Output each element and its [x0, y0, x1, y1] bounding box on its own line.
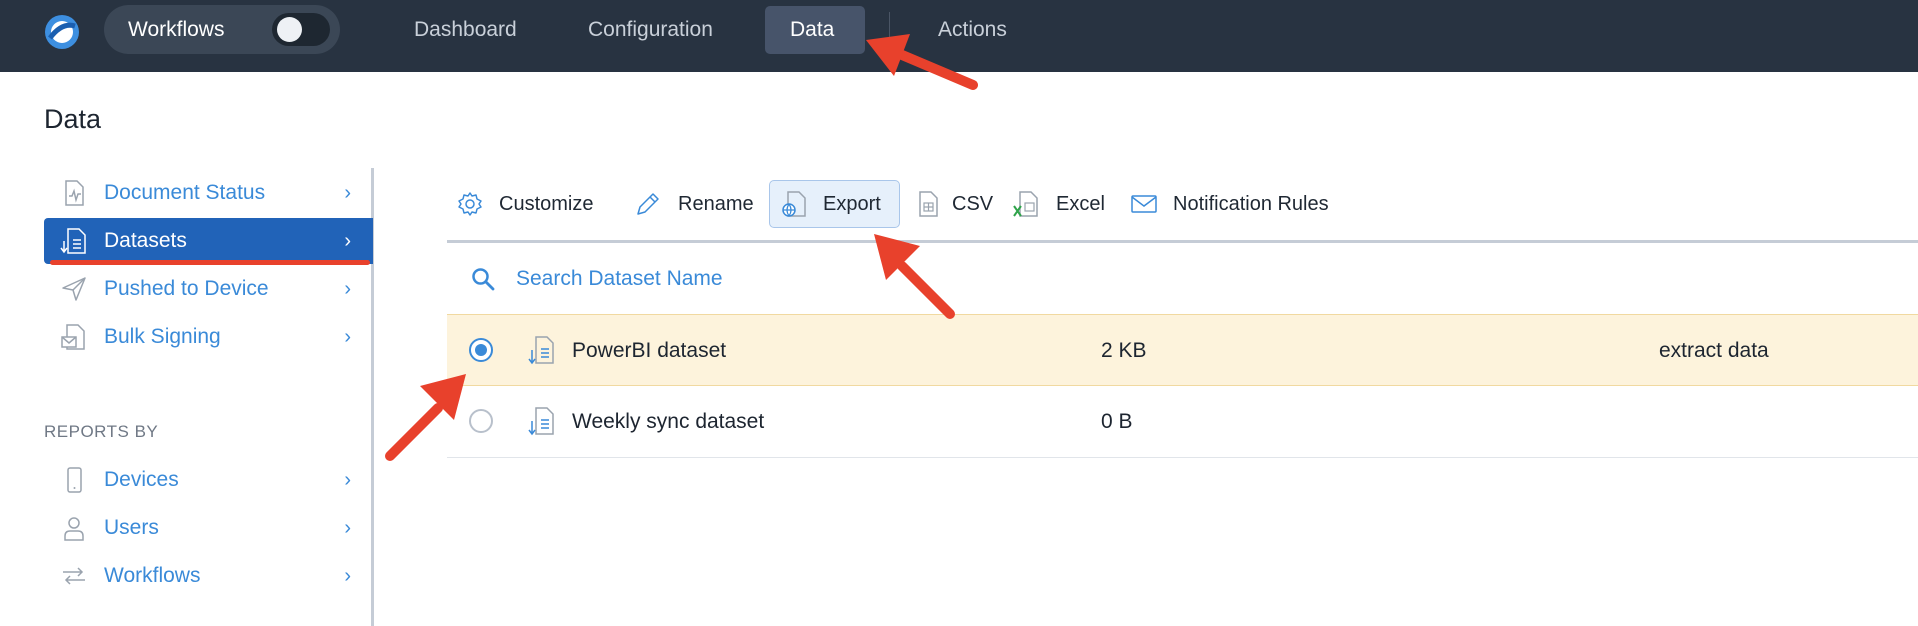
- document-status-icon: [65, 180, 84, 206]
- table-row[interactable]: Weekly sync dataset 0 B: [447, 386, 1918, 458]
- dataset-size: 0 B: [1101, 410, 1133, 433]
- sidebar-item-users[interactable]: Users ›: [44, 505, 373, 551]
- customize-label: Customize: [499, 193, 594, 215]
- sidebar-item-label: Document Status: [104, 181, 266, 204]
- chevron-right-icon: ›: [344, 326, 351, 348]
- rename-button[interactable]: Rename: [634, 180, 764, 228]
- sidebar-item-label: Users: [104, 516, 159, 539]
- chevron-right-icon: ›: [344, 182, 351, 204]
- notification-rules-label: Notification Rules: [1173, 193, 1329, 215]
- sidebar-item-document-status[interactable]: Document Status ›: [44, 170, 373, 216]
- nav-data[interactable]: Data: [790, 0, 834, 72]
- sidebar-item-devices[interactable]: Devices ›: [44, 457, 373, 503]
- device-icon: [67, 467, 82, 493]
- export-globe-icon: [782, 191, 806, 217]
- sidebar-item-label: Bulk Signing: [104, 325, 221, 348]
- search-dataset-input[interactable]: [516, 260, 1116, 298]
- csv-button[interactable]: CSV: [914, 180, 1014, 228]
- app-logo-icon[interactable]: [42, 12, 82, 52]
- sidebar-item-label: Datasets: [104, 229, 187, 252]
- sidebar-item-pushed-to-device[interactable]: Pushed to Device ›: [44, 266, 373, 312]
- excel-label: Excel: [1056, 193, 1105, 215]
- workflows-toggle-pill[interactable]: Workflows: [104, 5, 340, 54]
- export-label: Export: [823, 193, 881, 215]
- gear-icon: [458, 192, 482, 216]
- dataset-name[interactable]: PowerBI dataset: [572, 315, 726, 387]
- nav-configuration[interactable]: Configuration: [588, 0, 713, 72]
- annotation-arrow-radio: [385, 374, 466, 461]
- bulk-signing-icon: [61, 324, 85, 350]
- page-title: Data: [44, 104, 102, 134]
- workflow-icon: [63, 567, 85, 585]
- row-select-radio[interactable]: [469, 338, 493, 362]
- toolbar-divider: [447, 240, 1918, 243]
- chevron-right-icon: ›: [344, 517, 351, 539]
- dataset-size: 2 KB: [1101, 339, 1147, 362]
- dataset-icon: [60, 228, 86, 254]
- rename-label: Rename: [678, 193, 754, 215]
- chevron-right-icon: ›: [344, 565, 351, 587]
- nav-dashboard[interactable]: Dashboard: [414, 0, 517, 72]
- customize-button[interactable]: Customize: [456, 180, 606, 228]
- workflows-label: Workflows: [128, 18, 225, 41]
- workflows-toggle[interactable]: [272, 13, 330, 46]
- dataset-icon: [528, 407, 554, 436]
- dataset-name[interactable]: Weekly sync dataset: [572, 386, 764, 458]
- sidebar-item-datasets[interactable]: Datasets ›: [44, 218, 373, 264]
- excel-button[interactable]: Excel: [1012, 180, 1120, 228]
- search-icon: [472, 268, 495, 291]
- annotation-arrow-data-tab: [866, 34, 978, 90]
- excel-file-icon: [1013, 191, 1038, 217]
- sidebar-item-label: Pushed to Device: [104, 277, 269, 300]
- reports-by-heading: REPORTS BY: [44, 422, 159, 441]
- toggle-knob: [277, 17, 302, 42]
- notification-rules-button[interactable]: Notification Rules: [1130, 180, 1350, 228]
- sidebar-item-label: Workflows: [104, 564, 201, 587]
- annotation-arrow-export: [874, 234, 955, 319]
- dataset-description: extract data: [1659, 339, 1769, 362]
- chevron-right-icon: ›: [344, 278, 351, 300]
- chevron-right-icon: ›: [344, 469, 351, 491]
- sidebar-item-bulk-signing[interactable]: Bulk Signing ›: [44, 314, 373, 360]
- export-button[interactable]: Export: [780, 180, 898, 228]
- user-icon: [64, 517, 84, 541]
- send-icon: [62, 277, 86, 301]
- envelope-icon: [1131, 195, 1157, 213]
- csv-label: CSV: [952, 193, 994, 215]
- row-select-radio[interactable]: [469, 409, 493, 433]
- sidebar-item-label: Devices: [104, 468, 179, 491]
- csv-file-icon: [919, 191, 938, 217]
- chevron-right-icon: ›: [344, 230, 351, 252]
- annotation-underline: [50, 260, 370, 265]
- sidebar-item-workflows[interactable]: Workflows ›: [44, 553, 373, 599]
- pencil-icon: [637, 193, 659, 215]
- table-row[interactable]: PowerBI dataset 2 KB extract data: [447, 314, 1918, 386]
- dataset-icon: [528, 336, 554, 365]
